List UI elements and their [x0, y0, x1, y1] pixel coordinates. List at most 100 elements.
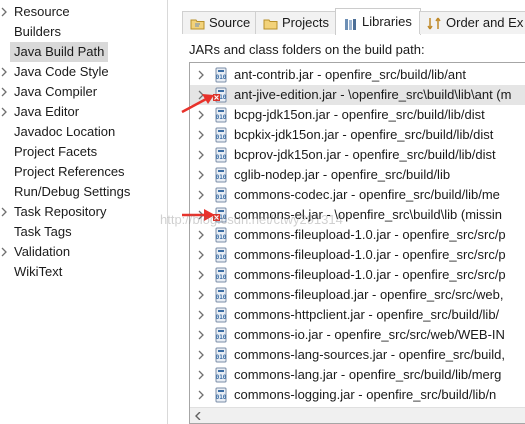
tree-item-run-debug-settings[interactable]: Run/Debug Settings [14, 182, 130, 202]
svg-text:010: 010 [216, 254, 227, 261]
jar-icon: 010 [213, 367, 229, 383]
expand-chevron-icon[interactable] [1, 242, 11, 262]
expand-chevron-icon[interactable] [198, 385, 207, 405]
horizontal-scrollbar[interactable] [190, 407, 525, 423]
expand-chevron-icon[interactable] [198, 345, 207, 365]
svg-text:010: 010 [216, 394, 227, 401]
expand-chevron-icon[interactable] [198, 285, 207, 305]
tree-item-javadoc-location[interactable]: Javadoc Location [14, 122, 115, 142]
expand-chevron-icon[interactable] [198, 225, 207, 245]
tab-label: Source [209, 15, 251, 30]
tree-item-resource[interactable]: Resource [14, 2, 70, 22]
jar-row[interactable]: 010 bcprov-jdk15on.jar - openfire_src/bu… [190, 145, 525, 165]
svg-text:010: 010 [216, 74, 227, 81]
jar-label: commons-fileupload.jar - openfire_src/sr… [234, 287, 504, 302]
jar-row[interactable]: 010 commons-lang-sources.jar - openfire_… [190, 345, 525, 365]
tree-item-java-compiler[interactable]: Java Compiler [14, 82, 97, 102]
tab-label: Projects [282, 15, 329, 30]
tab-label: Libraries [362, 14, 412, 29]
jar-row[interactable]: 010 bcpkix-jdk15on.jar - openfire_src/bu… [190, 125, 525, 145]
jar-icon: 010 [213, 147, 229, 163]
expand-chevron-icon[interactable] [1, 62, 11, 82]
jar-icon: 010 [213, 387, 229, 403]
jar-row[interactable]: 010 commons-lang.jar - openfire_src/buil… [190, 365, 525, 385]
expand-chevron-icon[interactable] [198, 265, 207, 285]
jar-row[interactable]: 010 commons-io.jar - openfire_src/src/we… [190, 325, 525, 345]
jar-label: commons-httpclient.jar - openfire_src/bu… [234, 307, 500, 322]
expand-chevron-icon[interactable] [198, 65, 207, 85]
jar-icon: 010 [213, 307, 229, 323]
tab-source[interactable]: Source [182, 11, 260, 34]
scroll-left-arrow-icon[interactable] [194, 412, 202, 420]
tab-projects[interactable]: Projects [255, 11, 338, 34]
jar-label: commons-fileupload-1.0.jar - openfire_sr… [234, 267, 506, 282]
svg-text:010: 010 [216, 274, 227, 281]
projects-icon [263, 16, 278, 31]
expand-chevron-icon[interactable] [198, 305, 207, 325]
jar-row[interactable]: 010 commons-logging.jar - openfire_src/b… [190, 385, 525, 405]
tree-item-task-tags[interactable]: Task Tags [14, 222, 72, 242]
jar-label: commons-codec.jar - openfire_src/build/l… [234, 187, 500, 202]
jar-label: commons-logging.jar - openfire_src/build… [234, 387, 497, 402]
svg-text:010: 010 [216, 134, 227, 141]
jar-label: bcpg-jdk15on.jar - openfire_src/build/li… [234, 107, 485, 122]
jar-icon: 010 [213, 127, 229, 143]
tree-item-builders[interactable]: Builders [14, 22, 61, 42]
jar-label: bcpkix-jdk15on.jar - openfire_src/build/… [234, 127, 494, 142]
expand-chevron-icon[interactable] [1, 202, 11, 222]
watermark: http://blog.csdn.net/ctwy291314 [160, 212, 343, 227]
jar-label: commons-lang.jar - openfire_src/build/li… [234, 367, 502, 382]
tree-item-java-build-path[interactable]: Java Build Path [10, 42, 109, 62]
jar-label: cglib-nodep.jar - openfire_src/build/lib [234, 167, 451, 182]
jar-row[interactable]: 010 commons-codec.jar - openfire_src/bui… [190, 185, 525, 205]
tree-item-java-editor[interactable]: Java Editor [14, 102, 79, 122]
tab-libraries[interactable]: Libraries [335, 8, 421, 35]
expand-chevron-icon[interactable] [198, 165, 207, 185]
expand-chevron-icon[interactable] [1, 102, 11, 122]
jar-icon: 010 [213, 187, 229, 203]
properties-category-tree: Resource Builders Java Build Path Java Code… [0, 0, 168, 424]
jar-row[interactable]: 010 cglib-nodep.jar - openfire_src/build… [190, 165, 525, 185]
jar-label: commons-io.jar - openfire_src/src/web/WE… [234, 327, 505, 342]
expand-chevron-icon[interactable] [1, 2, 11, 22]
jar-row[interactable]: 010 commons-fileupload-1.0.jar - openfir… [190, 225, 525, 245]
expand-chevron-icon[interactable] [198, 365, 207, 385]
tree-item-java-code-style[interactable]: Java Code Style [14, 62, 109, 82]
jar-list[interactable]: 010 ant-contrib.jar - openfire_src/build… [189, 62, 525, 424]
jar-row[interactable]: 010 commons-httpclient.jar - openfire_sr… [190, 305, 525, 325]
svg-text:010: 010 [216, 154, 227, 161]
expand-chevron-icon[interactable] [198, 245, 207, 265]
jar-row[interactable]: 010 ant-jive-edition.jar - \openfire_src… [190, 85, 525, 105]
svg-text:010: 010 [216, 194, 227, 201]
build-path-tabbar: Source Projects Libraries Order and Ex [182, 8, 525, 35]
jar-label: ant-jive-edition.jar - \openfire_src\bui… [234, 87, 512, 102]
source-folder-icon [190, 16, 205, 31]
jar-row[interactable]: 010 commons-fileupload-1.0.jar - openfir… [190, 265, 525, 285]
jar-icon: 010 [213, 227, 229, 243]
tree-item-task-repository[interactable]: Task Repository [14, 202, 106, 222]
expand-chevron-icon[interactable] [1, 82, 11, 102]
jar-icon: 010 [213, 267, 229, 283]
tree-item-project-references[interactable]: Project References [14, 162, 125, 182]
expand-chevron-icon[interactable] [198, 145, 207, 165]
jar-row[interactable]: 010 bcpg-jdk15on.jar - openfire_src/buil… [190, 105, 525, 125]
jar-icon: 010 [213, 347, 229, 363]
svg-text:010: 010 [216, 294, 227, 301]
jar-label: bcprov-jdk15on.jar - openfire_src/build/… [234, 147, 496, 162]
tree-item-project-facets[interactable]: Project Facets [14, 142, 97, 162]
jar-row[interactable]: 010 commons-fileupload.jar - openfire_sr… [190, 285, 525, 305]
expand-chevron-icon[interactable] [198, 185, 207, 205]
tab-order-and-ex[interactable]: Order and Ex [419, 11, 525, 34]
tree-item-validation[interactable]: Validation [14, 242, 70, 262]
jar-row[interactable]: 010 commons-fileupload-1.0.jar - openfir… [190, 245, 525, 265]
jar-label: commons-fileupload-1.0.jar - openfire_sr… [234, 247, 506, 262]
jar-icon: 010 [213, 287, 229, 303]
expand-chevron-icon[interactable] [198, 125, 207, 145]
jar-label: commons-fileupload-1.0.jar - openfire_sr… [234, 227, 506, 242]
jar-row[interactable]: 010 ant-contrib.jar - openfire_src/build… [190, 65, 525, 85]
jar-icon: 010 [213, 247, 229, 263]
tree-item-wikitext[interactable]: WikiText [14, 262, 62, 282]
expand-chevron-icon[interactable] [198, 325, 207, 345]
build-path-label: JARs and class folders on the build path… [189, 42, 425, 57]
jar-label: commons-lang-sources.jar - openfire_src/… [234, 347, 505, 362]
